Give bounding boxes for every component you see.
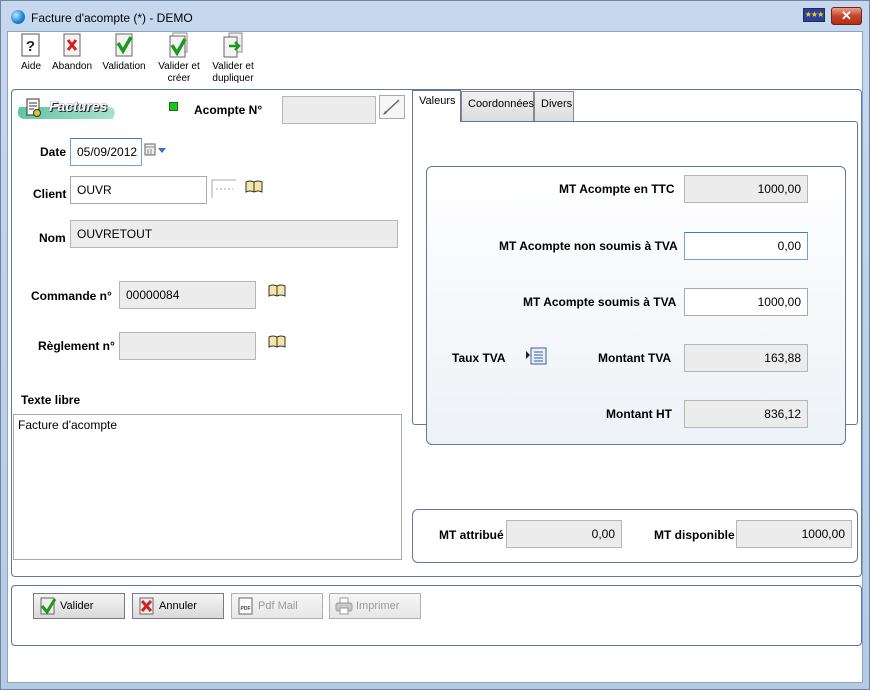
commande-label: Commande n° — [31, 289, 112, 303]
nom-label: Nom — [39, 231, 66, 245]
validation-button[interactable]: Validation — [99, 32, 149, 73]
nom-field[interactable]: OUVRETOUT — [70, 220, 398, 248]
help-icon: ? — [20, 32, 42, 58]
texte-libre-label: Texte libre — [21, 393, 81, 407]
client-edit-icon[interactable] — [211, 179, 237, 199]
validation-label: Validation — [102, 61, 146, 72]
acompte-number-field[interactable] — [282, 96, 376, 124]
mt-soumis-label: MT Acompte soumis à TVA — [523, 295, 677, 309]
mt-soumis-field[interactable]: 1000,00 — [684, 288, 808, 316]
printer-icon — [335, 597, 353, 615]
taux-tva-list-icon[interactable] — [525, 347, 547, 365]
commande-field[interactable]: 00000084 — [119, 281, 256, 309]
tab-divers[interactable]: Divers — [534, 91, 574, 121]
app-icon — [11, 10, 25, 24]
valider-dupliquer-icon — [222, 32, 244, 58]
main-panel: Factures Acompte N° Date 05/09/2012 Clie… — [11, 89, 862, 577]
eu-flag-icon[interactable]: ★★★ — [803, 8, 825, 22]
date-label: Date — [40, 145, 67, 159]
svg-text:?: ? — [26, 38, 35, 55]
reglement-label: Règlement n° — [38, 339, 115, 353]
imprimer-label: Imprimer — [356, 600, 400, 612]
mt-ttc-label: MT Acompte en TTC — [559, 182, 675, 196]
montant-tva-field[interactable]: 163,88 — [684, 344, 808, 372]
toolbar: ? Aide Abandon Validation Valider et cré… — [8, 32, 862, 90]
totals-panel: MT attribué 0,00 MT disponible 1000,00 — [412, 509, 858, 563]
cancel-icon — [138, 597, 156, 615]
client-label: Client — [33, 187, 67, 201]
client-lookup-book-icon[interactable] — [245, 180, 263, 194]
valider-label: Valider — [60, 600, 94, 612]
aide-button[interactable]: ? Aide — [16, 32, 46, 73]
valider-dupliquer-label-2: dupliquer — [212, 73, 254, 84]
commande-lookup-book-icon[interactable] — [268, 284, 286, 298]
abandon-button[interactable]: Abandon — [49, 32, 95, 73]
edit-pen-icon[interactable] — [379, 95, 405, 119]
check-icon — [39, 597, 57, 615]
valider-button[interactable]: Valider — [33, 593, 125, 619]
window-title: Facture d'acompte (*) - DEMO — [31, 11, 193, 25]
aide-label: Aide — [20, 61, 41, 72]
close-window-button[interactable]: ✕ — [831, 7, 862, 25]
pdf-mail-label: Pdf Mail — [258, 600, 298, 612]
valider-creer-label-1: Valider et — [158, 61, 200, 72]
annuler-label: Annuler — [159, 600, 197, 612]
texte-libre-textarea[interactable]: Facture d'acompte — [13, 414, 402, 560]
mt-disponible-label: MT disponible — [654, 528, 735, 542]
factures-title: Factures — [49, 98, 108, 114]
mt-non-soumis-label: MT Acompte non soumis à TVA — [499, 239, 678, 253]
validation-icon — [113, 32, 135, 58]
valider-creer-button[interactable]: Valider et créer — [154, 32, 204, 85]
factures-badge: Factures — [14, 97, 118, 121]
reglement-field[interactable] — [119, 332, 256, 360]
mt-ttc-field[interactable]: 1000,00 — [684, 175, 808, 203]
reglement-lookup-book-icon[interactable] — [268, 335, 286, 349]
abandon-label: Abandon — [51, 61, 93, 72]
svg-text:PDF: PDF — [241, 606, 251, 612]
tab-coordonnees[interactable]: Coordonnées — [461, 91, 534, 121]
action-bar: Valider Annuler PDF Pdf Mail Imprimer — [11, 585, 862, 646]
imprimer-button[interactable]: Imprimer — [329, 593, 421, 619]
invoice-icon — [25, 98, 43, 118]
montant-ht-field[interactable]: 836,12 — [684, 400, 808, 428]
mt-disponible-field[interactable]: 1000,00 — [736, 520, 852, 548]
tab-valeurs[interactable]: Valeurs — [412, 90, 461, 122]
app-window: Facture d'acompte (*) - DEMO ★★★ ✕ ? Aid… — [0, 0, 870, 690]
pdf-mail-button[interactable]: PDF Pdf Mail — [231, 593, 323, 619]
montant-ht-label: Montant HT — [606, 407, 672, 421]
date-field[interactable]: 05/09/2012 — [70, 138, 142, 166]
valider-creer-label-2: créer — [167, 73, 191, 84]
mt-non-soumis-field[interactable]: 0,00 — [684, 232, 808, 260]
status-indicator — [169, 102, 178, 111]
tab-content-valeurs: MT Acompte en TTC 1000,00 MT Acompte non… — [412, 121, 858, 445]
taux-tva-label: Taux TVA — [452, 351, 506, 365]
valider-dupliquer-button[interactable]: Valider et dupliquer — [208, 32, 258, 85]
client-field[interactable]: OUVR — [70, 176, 207, 204]
title-bar: Facture d'acompte (*) - DEMO ★★★ ✕ — [1, 1, 869, 31]
valider-dupliquer-label-1: Valider et — [212, 61, 254, 72]
valider-creer-icon — [168, 32, 190, 58]
client-area: ? Aide Abandon Validation Valider et cré… — [7, 31, 863, 683]
mt-attribue-field[interactable]: 0,00 — [506, 520, 622, 548]
pdf-icon: PDF — [237, 597, 255, 615]
annuler-button[interactable]: Annuler — [132, 593, 224, 619]
acompte-label: Acompte N° — [194, 103, 263, 117]
montant-tva-label: Montant TVA — [598, 351, 672, 365]
abandon-icon — [61, 32, 83, 58]
calendar-dropdown-icon[interactable] — [144, 143, 168, 157]
mt-attribue-label: MT attribué — [439, 528, 504, 542]
